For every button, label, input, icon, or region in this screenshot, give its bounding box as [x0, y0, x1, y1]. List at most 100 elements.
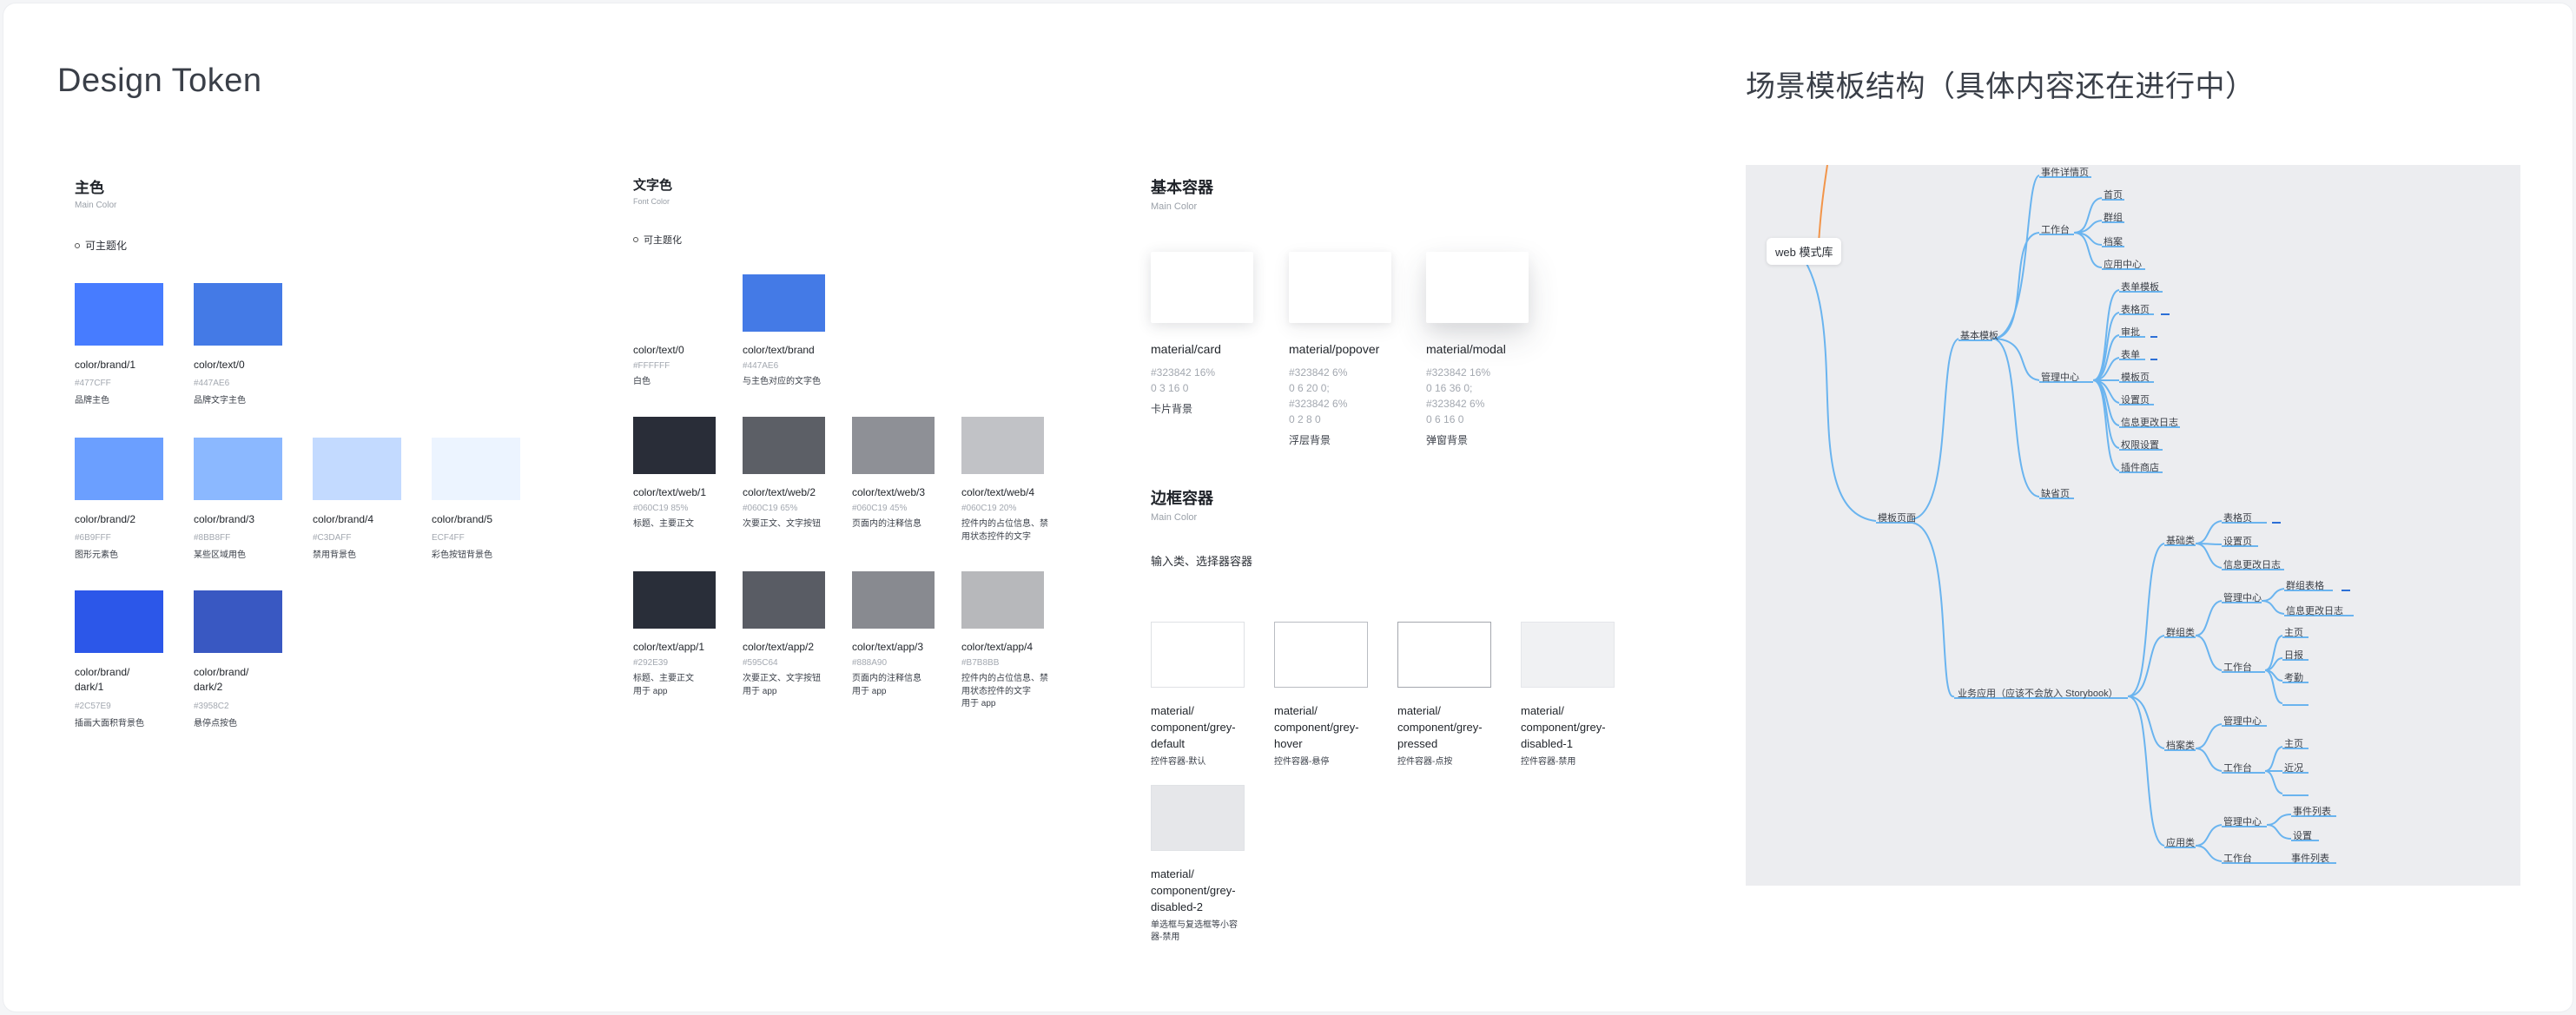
swatch-name: color/brand/ dark/2 [194, 666, 249, 694]
swatch-brand-4[interactable]: color/brand/4 #C3DAFF 禁用背景色 [313, 438, 434, 563]
main-color-section: 主色 Main Color [75, 175, 116, 210]
node-plugin-store[interactable]: 插件商店 [2121, 460, 2159, 474]
node-management[interactable]: 管理中心 [2041, 370, 2079, 384]
node-form[interactable]: 表单 [2121, 347, 2140, 361]
component-grey-pressed[interactable]: material/ component/grey- pressed 控件容器-点… [1397, 622, 1519, 768]
node-g-attendance[interactable]: 考勤 [2284, 670, 2303, 684]
node-info-log[interactable]: 信息更改日志 [2121, 415, 2178, 429]
node-archive-class[interactable]: 档案类 [2166, 738, 2195, 752]
card-desc: 卡片背景 [1151, 403, 1193, 415]
node-a-home[interactable]: 主页 [2284, 736, 2303, 750]
node-group[interactable]: 群组 [2104, 210, 2123, 224]
node-basic-class[interactable]: 基础类 [2166, 533, 2195, 547]
node-g-manage[interactable]: 管理中心 [2223, 590, 2262, 604]
node-a-manage[interactable]: 管理中心 [2223, 714, 2262, 728]
material-modal[interactable]: material/modal #323842 16% 0 16 36 0; #3… [1426, 252, 1556, 447]
swatch-name: color/text/web/1 [633, 486, 707, 498]
box-preview [1521, 622, 1615, 688]
swatch-brand-dark-2[interactable]: color/brand/ dark/2 #3958C2 悬停点按色 [194, 590, 315, 730]
node-a-recent[interactable]: 近况 [2284, 761, 2303, 774]
swatch-name: color/brand/1 [75, 359, 136, 371]
swatch-desc: 悬停点按色 [194, 718, 237, 728]
node-a-workbench[interactable]: 工作台 [2223, 761, 2252, 774]
themeable-label: 可主题化 [85, 240, 128, 252]
node-g-log[interactable]: 信息更改日志 [2286, 603, 2343, 617]
swatch-desc: 控件内的占位信息、禁 用状态控件的文字 用于 app [961, 674, 1048, 709]
swatch-text-brand[interactable]: color/text/brand #447AE6 与主色对应的文字色 [743, 274, 845, 389]
color-chip [75, 438, 163, 500]
node-ap-workbench[interactable]: 工作台 [2223, 851, 2252, 865]
node-basic-templates[interactable]: 基本模板 [1960, 328, 1998, 342]
node-g-home[interactable]: 主页 [2284, 625, 2303, 639]
node-ap-manage[interactable]: 管理中心 [2223, 814, 2262, 828]
node-home[interactable]: 首页 [2104, 188, 2123, 201]
swatch-text-0-brand[interactable]: color/text/0 #447AE6 品牌文字主色 [194, 283, 315, 408]
color-chip [194, 283, 282, 346]
bullet-icon [633, 237, 638, 242]
node-permission[interactable]: 权限设置 [2121, 438, 2159, 451]
node-form-template[interactable]: 表单模板 [2121, 280, 2159, 293]
page-title-design-token: Design Token [57, 63, 262, 99]
swatch-brand-5[interactable]: color/brand/5 ECF4FF 彩色按钮背景色 [432, 438, 553, 563]
node-group-class[interactable]: 群组类 [2166, 625, 2195, 639]
swatch-name: color/text/0 [194, 359, 245, 371]
swatch-brand-3[interactable]: color/brand/3 #8BB8FF 某些区域用色 [194, 438, 315, 563]
material-card[interactable]: material/card #323842 16% 0 3 16 0 卡片背景 [1151, 252, 1281, 416]
swatch-text-app-3[interactable]: color/text/app/3 #888A90 页面内的注释信息 用于 app [852, 571, 954, 698]
swatch-name: color/text/brand [743, 344, 815, 356]
node-ap-event-list[interactable]: 事件列表 [2293, 804, 2331, 818]
section-title: 文字色 [633, 178, 673, 193]
color-chip [194, 590, 282, 653]
mindmap-root-node[interactable]: web 模式库 [1767, 238, 1842, 265]
swatch-desc: 白色 [633, 377, 651, 386]
swatch-desc: 标题、主要正文 用于 app [633, 674, 694, 696]
node-app-class[interactable]: 应用类 [2166, 835, 2195, 849]
node-b-table[interactable]: 表格页 [2223, 511, 2252, 524]
color-chip [961, 571, 1044, 629]
component-grey-default[interactable]: material/ component/grey- default 控件容器-默… [1151, 622, 1272, 768]
swatch-text-web-2[interactable]: color/text/web/2 #060C19 65% 次要正文、文字按钮 [743, 417, 845, 531]
themeable-label: 可主题化 [644, 235, 682, 246]
swatch-hex: #3958C2 [194, 701, 229, 711]
node-event-detail[interactable]: 事件详情页 [2041, 165, 2089, 179]
component-grey-disabled-2[interactable]: material/ component/grey- disabled-2 单选框… [1151, 785, 1272, 945]
color-chip [194, 438, 282, 500]
node-approval[interactable]: 审批 [2121, 325, 2140, 339]
swatch-text-app-2[interactable]: color/text/app/2 #595C64 次要正文、文字按钮 用于 ap… [743, 571, 845, 698]
card-shadow-spec: #323842 16% 0 16 36 0; #323842 6% 0 6 16… [1426, 366, 1491, 425]
swatch-text-web-4[interactable]: color/text/web/4 #060C19 20% 控件内的占位信息、禁 … [961, 417, 1064, 544]
node-settings-page[interactable]: 设置页 [2121, 392, 2150, 406]
swatch-text-web-1[interactable]: color/text/web/1 #060C19 85% 标题、主要正文 [633, 417, 736, 531]
color-chip [633, 274, 716, 332]
node-b-settings[interactable]: 设置页 [2223, 534, 2252, 548]
node-b-log[interactable]: 信息更改日志 [2223, 557, 2281, 571]
swatch-brand-dark-1[interactable]: color/brand/ dark/1 #2C57E9 插画大面积背景色 [75, 590, 196, 730]
node-app-center[interactable]: 应用中心 [2104, 257, 2142, 271]
node-workbench[interactable]: 工作台 [2041, 222, 2070, 236]
swatch-brand-1[interactable]: color/brand/1 #477CFF 品牌主色 [75, 283, 196, 408]
swatch-text-web-3[interactable]: color/text/web/3 #060C19 45% 页面内的注释信息 [852, 417, 954, 531]
node-archive[interactable]: 档案 [2104, 234, 2123, 248]
box-name: material/ component/grey- disabled-2 [1151, 867, 1236, 913]
node-g-daily[interactable]: 日报 [2284, 648, 2303, 662]
node-missing-page[interactable]: 缺省页 [2041, 486, 2070, 500]
edge-basic-workbench [1991, 232, 2040, 339]
swatch-brand-2[interactable]: color/brand/2 #6B9FFF 图形元素色 [75, 438, 196, 563]
node-g-workbench[interactable]: 工作台 [2223, 660, 2252, 674]
swatch-text-app-4[interactable]: color/text/app/4 #B7B8BB 控件内的占位信息、禁 用状态控… [961, 571, 1064, 711]
node-template-page[interactable]: 模板页 [2121, 370, 2150, 384]
component-grey-disabled-1[interactable]: material/ component/grey- disabled-1 控件容… [1521, 622, 1642, 768]
node-g-group-table[interactable]: 群组表格 [2286, 578, 2324, 592]
node-ap-event-list-2[interactable]: 事件列表 [2291, 851, 2329, 865]
material-popover[interactable]: material/popover #323842 6% 0 6 20 0; #3… [1289, 252, 1419, 447]
swatch-text-app-1[interactable]: color/text/app/1 #292E39 标题、主要正文 用于 app [633, 571, 736, 698]
swatch-desc: 某些区域用色 [194, 550, 246, 561]
node-ap-settings[interactable]: 设置 [2293, 828, 2312, 842]
node-table-page[interactable]: 表格页 [2121, 302, 2150, 316]
box-preview [1397, 622, 1491, 688]
color-chip [852, 571, 935, 629]
component-grey-hover[interactable]: material/ component/grey- hover 控件容器-悬停 [1274, 622, 1396, 768]
node-template-pages[interactable]: 模板页面 [1878, 511, 1916, 524]
node-business[interactable]: 业务应用（应该不会放入 Storybook） [1958, 686, 2118, 700]
swatch-text-0[interactable]: color/text/0 #FFFFFF 白色 [633, 274, 736, 389]
